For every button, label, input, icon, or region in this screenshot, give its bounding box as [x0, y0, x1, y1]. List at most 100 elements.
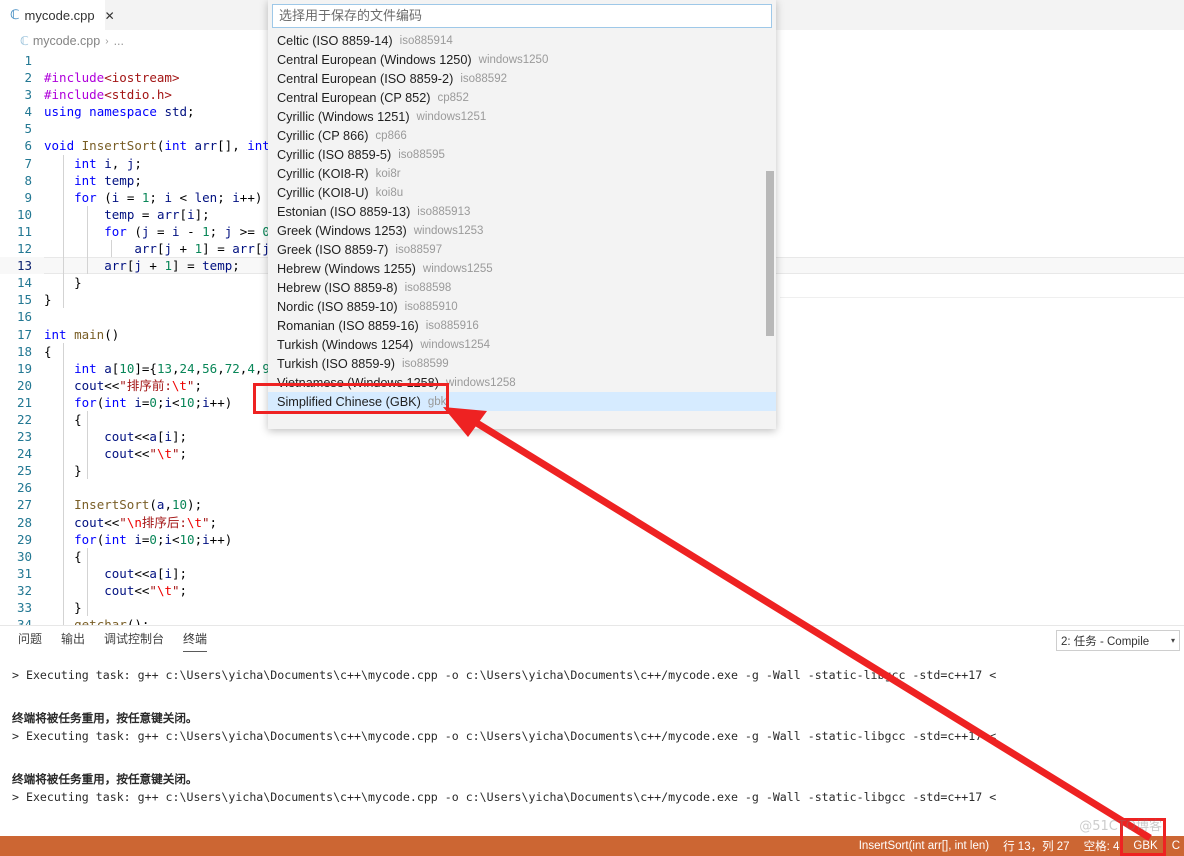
quick-pick-scrollbar[interactable]	[766, 171, 774, 336]
encoding-option[interactable]: Central European (ISO 8859-2) iso88592	[268, 69, 776, 88]
encoding-option[interactable]: Romanian (ISO 8859-16) iso885916	[268, 316, 776, 335]
code-line[interactable]: 31 cout<<a[i];	[0, 565, 1184, 582]
encoding-option[interactable]: Cyrillic (KOI8-U) koi8u	[268, 183, 776, 202]
encoding-option[interactable]: Turkish (Windows 1254) windows1254	[268, 335, 776, 354]
status-language-mode[interactable]: C	[1172, 840, 1180, 852]
line-number: 11	[16, 223, 32, 239]
encoding-option[interactable]: Cyrillic (KOI8-R) koi8r	[268, 164, 776, 183]
encoding-option-id: koi8r	[375, 167, 401, 180]
line-number: 34	[16, 617, 32, 625]
indent-guide	[87, 547, 88, 617]
encoding-option-label: Central European (CP 852)	[277, 90, 431, 105]
line-number: 29	[16, 531, 32, 547]
terminal-line: 终端将被任务重用，按任意键关闭。	[12, 711, 198, 725]
code-line[interactable]: 23 cout<<a[i];	[0, 428, 1184, 445]
line-number: 1	[24, 53, 32, 68]
line-number: 22	[16, 411, 32, 427]
encoding-option-label: Greek (Windows 1253)	[277, 223, 407, 238]
line-content: cout<<a[i];	[104, 429, 188, 445]
encoding-option-label: Cyrillic (CP 866)	[277, 128, 369, 143]
encoding-option-id: koi8u	[375, 186, 404, 199]
line-content: InsertSort(a,10);	[74, 497, 203, 513]
line-number: 27	[16, 497, 32, 513]
encoding-option[interactable]: Hebrew (ISO 8859-8) iso88598	[268, 278, 776, 297]
encoding-option[interactable]: Central European (CP 852) cp852	[268, 88, 776, 107]
line-number: 9	[24, 189, 32, 205]
quick-pick-input-wrapper	[268, 0, 776, 31]
line-number: 3	[24, 87, 32, 103]
encoding-option-id: windows1254	[420, 338, 491, 351]
encoding-option[interactable]: Hebrew (Windows 1255) windows1255	[268, 259, 776, 278]
panel-tab-item[interactable]: 问题	[18, 630, 42, 650]
indent-guide	[87, 205, 88, 275]
line-content: for(int i=0;i<10;i++)	[74, 531, 233, 547]
encoding-option[interactable]: Nordic (ISO 8859-10) iso885910	[268, 297, 776, 316]
line-number: 12	[16, 241, 32, 257]
encoding-option[interactable]: Greek (ISO 8859-7) iso88597	[268, 240, 776, 259]
terminal-selector-dropdown[interactable]: 2: 任务 - Compile ▾	[1056, 630, 1180, 651]
code-line[interactable]: 33 }	[0, 599, 1184, 616]
indent-guide	[87, 411, 88, 480]
encoding-option-label: Greek (ISO 8859-7)	[277, 242, 389, 257]
encoding-option-id: iso885910	[404, 300, 458, 313]
encoding-option[interactable]: Celtic (ISO 8859-14) iso885914	[268, 31, 776, 50]
chevron-right-icon: ›	[105, 35, 109, 47]
encoding-option[interactable]: Turkish (ISO 8859-9) iso88599	[268, 354, 776, 373]
encoding-option[interactable]: Cyrillic (CP 866) cp866	[268, 126, 776, 145]
encoding-option-id: iso88592	[460, 72, 507, 85]
status-cursor-position[interactable]: 行 13，列 27	[1003, 838, 1069, 854]
vscode-window: ℂ mycode.cpp ✕ ℂ mycode.cpp › ... 1 2 #inc…	[0, 0, 1184, 856]
line-number: 32	[16, 582, 32, 598]
line-number: 6	[24, 138, 32, 154]
line-number: 20	[16, 377, 32, 393]
code-line[interactable]: 25 }	[0, 462, 1184, 479]
quick-pick-search-input[interactable]	[272, 4, 772, 28]
encoding-option-label: Romanian (ISO 8859-16)	[277, 318, 419, 333]
line-content: cout<<"\t";	[104, 446, 188, 462]
encoding-option[interactable]: Estonian (ISO 8859-13) iso885913	[268, 202, 776, 221]
terminal-line: 终端将被任务重用，按任意键关闭。	[12, 772, 198, 786]
terminal-selector-value: 2: 任务 - Compile	[1061, 635, 1150, 648]
breadcrumb-more[interactable]: ...	[114, 34, 124, 48]
terminal-line: > Executing task: g++ c:\Users\yicha\Doc…	[12, 668, 997, 682]
cpp-file-icon: ℂ	[10, 8, 20, 23]
code-line[interactable]: 32 cout<<"\t";	[0, 582, 1184, 599]
encoding-option[interactable]: Cyrillic (ISO 8859-5) iso88595	[268, 145, 776, 164]
terminal-line: > Executing task: g++ c:\Users\yicha\Doc…	[12, 729, 997, 743]
panel-tab-terminal[interactable]: 终端	[183, 630, 208, 652]
code-line[interactable]: 34 getchar();	[0, 616, 1184, 625]
terminal-output[interactable]: > Executing task: g++ c:\Users\yicha\Doc…	[0, 654, 1184, 837]
encoding-option[interactable]: Cyrillic (Windows 1251) windows1251	[268, 107, 776, 126]
line-number: 10	[16, 206, 32, 222]
status-symbol[interactable]: InsertSort(int arr[], int len)	[859, 840, 989, 852]
encoding-option-id: windows1255	[422, 262, 493, 275]
line-content: cout<<"\t";	[104, 582, 188, 598]
status-indentation[interactable]: 空格: 4	[1084, 838, 1120, 854]
encoding-option-label: Turkish (ISO 8859-9)	[277, 356, 395, 371]
line-number: 15	[16, 292, 32, 308]
indent-guide	[111, 240, 112, 258]
line-number: 31	[16, 565, 32, 581]
code-line[interactable]: 27 InsertSort(a,10);	[0, 496, 1184, 513]
code-line[interactable]: 24 cout<<"\t";	[0, 445, 1184, 462]
close-icon[interactable]: ✕	[105, 10, 115, 22]
code-line[interactable]: 30 {	[0, 548, 1184, 565]
encoding-option-id: iso88599	[402, 357, 449, 370]
line-number: 19	[16, 360, 32, 376]
line-content: {	[74, 548, 82, 564]
encoding-quick-pick[interactable]: Celtic (ISO 8859-14) iso885914 Central Eur…	[268, 0, 776, 429]
encoding-option[interactable]: Central European (Windows 1250) windows12…	[268, 50, 776, 69]
code-line[interactable]: 26	[0, 479, 1184, 496]
code-line[interactable]: 28 cout<<"\n排序后:\t";	[0, 514, 1184, 531]
code-line[interactable]: 29 for(int i=0;i<10;i++)	[0, 531, 1184, 548]
breadcrumb-file[interactable]: mycode.cpp	[33, 34, 100, 48]
editor-tab-mycode-cpp[interactable]: ℂ mycode.cpp ✕	[0, 0, 115, 30]
panel-tab-item[interactable]: 调试控制台	[104, 630, 164, 650]
encoding-option[interactable]: Greek (Windows 1253) windows1253	[268, 221, 776, 240]
encoding-option-list[interactable]: Celtic (ISO 8859-14) iso885914 Central Eur…	[268, 31, 776, 414]
line-number: 14	[16, 275, 32, 291]
encoding-option-label: Central European (Windows 1250)	[277, 52, 472, 67]
panel-tab-item[interactable]: 输出	[61, 630, 85, 650]
line-number: 30	[16, 548, 32, 564]
